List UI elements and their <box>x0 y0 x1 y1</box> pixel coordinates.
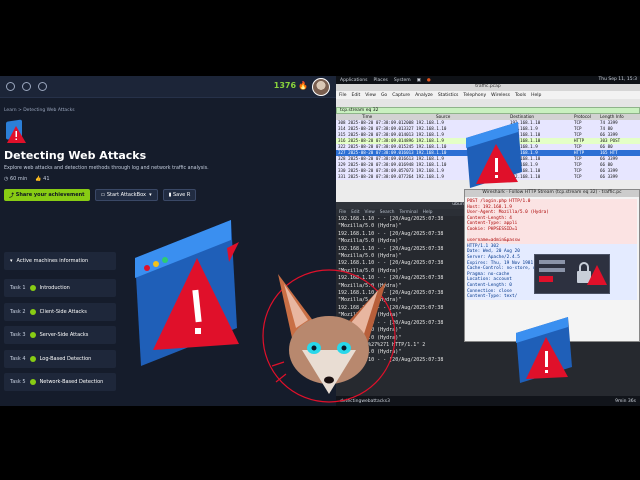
active-machines-label: Active machines information <box>16 258 89 264</box>
room-title: Detecting Web Attacks <box>4 149 147 162</box>
active-machines-header[interactable]: ▾ Active machines information <box>4 252 116 270</box>
nav-grid-icon[interactable] <box>22 82 31 91</box>
log-line: 192.168.1.10 - - [20/Aug/2025:07:38 <box>338 245 444 252</box>
fox-mascot-illustration <box>258 262 400 406</box>
room-header: Learn > Detecting Web Attacks Detecting … <box>0 98 336 201</box>
wireshark-title: traffic.pcap <box>336 84 640 91</box>
display-filter-input[interactable]: tcp.stream eq 32 <box>336 107 640 114</box>
top-navigation-bar: 1376 🔥 <box>0 76 336 98</box>
rating-count: 👍 41 <box>35 176 50 182</box>
task-list: ▾ Active machines information Task 1 Int… <box>4 252 116 397</box>
log-line: 192.168.1.10 - - [20/Aug/2025:07:38 <box>338 216 444 222</box>
packet-len: 66 3399 <box>600 174 618 179</box>
ws-menu-tools[interactable]: Tools <box>515 93 526 98</box>
duration: ◷ 60 min <box>4 176 28 182</box>
room-actions: ⤴ Share your achievement ▭ Start AttackB… <box>4 189 332 201</box>
term-menu-help[interactable]: Help <box>423 210 433 215</box>
share-icon: ⤴ <box>9 192 16 199</box>
ws-menu-go[interactable]: Go <box>381 93 387 98</box>
ws-menu-telephony[interactable]: Telephony <box>463 93 486 98</box>
task-item-5[interactable]: Task 5 Network-Based Detection <box>4 373 116 391</box>
ws-menu-view[interactable]: View <box>365 93 376 98</box>
check-icon <box>29 379 36 385</box>
menu-applications[interactable]: Applications <box>340 78 368 83</box>
streak-count: 1376 <box>273 81 297 90</box>
share-achievement-button[interactable]: ⤴ Share your achievement <box>4 189 90 201</box>
check-icon <box>29 332 36 338</box>
log-line: 192.168.1.10 - - [20/Aug/2025:07:38 <box>338 230 444 237</box>
menu-system[interactable]: System <box>394 78 411 83</box>
term-menu-search[interactable]: Search <box>380 210 395 215</box>
stream-title: Wireshark · Follow HTTP Stream (tcp.stre… <box>465 190 639 197</box>
time-remaining: 9min 36s <box>615 398 636 404</box>
check-icon <box>29 355 36 362</box>
start-attackbox-button[interactable]: ▭ Start AttackBox ▾ <box>94 189 158 201</box>
flame-icon: 🔥 <box>298 81 308 90</box>
screenshot-stage: 1376 🔥 Learn > Detecting Web Attacks Det… <box>0 0 640 480</box>
ws-menu-capture[interactable]: Capture <box>392 93 410 98</box>
term-menu-file[interactable]: File <box>339 210 346 215</box>
term-menu-view[interactable]: View <box>365 210 375 215</box>
task-item-2[interactable]: Task 2 Client-Side Attacks <box>4 302 116 321</box>
check-icon <box>29 285 36 291</box>
room-meta: ◷ 60 min 👍 41 <box>4 176 332 182</box>
ws-menu-file[interactable]: File <box>339 93 347 98</box>
ws-menu-help[interactable]: Help <box>531 93 541 98</box>
chevron-down-icon[interactable]: ▾ <box>149 192 152 198</box>
alert-window-small-illustration <box>462 120 528 190</box>
ws-menu-statistics[interactable]: Statistics <box>438 93 459 98</box>
log-line: "Mozilla/5.0 (Hydra)" <box>338 253 402 260</box>
login-lock-illustration <box>534 254 610 294</box>
task-item-4[interactable]: Task 4 Log-Based Detection <box>4 349 116 368</box>
task-item-3[interactable]: Task 3 Server-Side Attacks <box>4 326 116 344</box>
packet-proto: TCP <box>574 174 582 179</box>
alert-window-illustration <box>127 218 242 368</box>
task-item-1[interactable]: Task 1 Introduction <box>4 279 116 297</box>
alert-window-small-illustration-2 <box>512 315 578 385</box>
term-menu-edit[interactable]: Edit <box>351 210 359 215</box>
streak-counter[interactable]: 1376 🔥 <box>274 81 308 90</box>
breadcrumb[interactable]: Learn > Detecting Web Attacks <box>4 108 332 113</box>
log-line: "Mozilla/5.0 (Hydra)" <box>338 238 402 245</box>
ws-menu-wireless[interactable]: Wireless <box>491 93 510 98</box>
browser-launcher-icon[interactable]: ● <box>427 78 431 83</box>
wireshark-menubar: File Edit View Go Capture Analyze Statis… <box>336 91 640 99</box>
desktop-clock: Thu Sep 11, 15:3 <box>598 77 638 82</box>
desktop-top-panel: Applications Places System ▣ ● <box>336 76 640 84</box>
expand-icon: ▾ <box>10 258 13 264</box>
thumbs-up-icon: 👍 <box>35 176 44 182</box>
wireshark-toolbar <box>336 99 640 107</box>
nav-home-icon[interactable] <box>6 82 15 91</box>
terminal-launcher-icon[interactable]: ▣ <box>417 78 421 83</box>
check-icon <box>29 308 36 315</box>
menu-places[interactable]: Places <box>374 78 388 83</box>
ws-menu-edit[interactable]: Edit <box>352 93 361 98</box>
room-alert-window-icon <box>4 119 32 145</box>
save-room-button[interactable]: ▮ Save R <box>162 189 197 201</box>
user-avatar[interactable] <box>312 78 330 96</box>
nav-globe-icon[interactable] <box>38 82 47 91</box>
ws-menu-analyze[interactable]: Analyze <box>415 93 433 98</box>
room-description: Explore web attacks and detection method… <box>4 166 209 171</box>
log-line: "Mozilla/5.0 (Hydra)" <box>338 223 402 230</box>
term-menu-terminal[interactable]: Terminal <box>400 210 418 215</box>
